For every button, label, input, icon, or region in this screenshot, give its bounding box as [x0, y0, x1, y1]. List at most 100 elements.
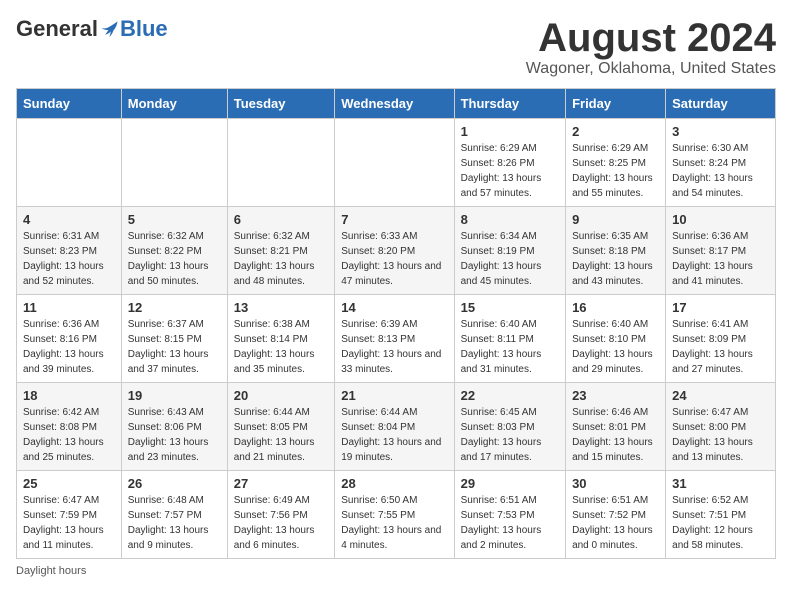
calendar-cell-2-6: 17 Sunrise: 6:41 AMSunset: 8:09 PMDayligh… — [666, 295, 776, 383]
day-info-3: Sunrise: 6:30 AMSunset: 8:24 PMDaylight:… — [672, 141, 769, 201]
location-subtitle: Wagoner, Oklahoma, United States — [526, 60, 776, 78]
calendar-cell-3-2: 20 Sunrise: 6:44 AMSunset: 8:05 PMDayligh… — [227, 383, 335, 471]
calendar-week-2: 4 Sunrise: 6:31 AMSunset: 8:23 PMDaylight… — [17, 207, 776, 295]
day-number-5: 5 — [128, 212, 221, 227]
calendar-cell-2-1: 12Sunrise: 6:37 AMSunset: 8:15 PMDayligh… — [121, 295, 227, 383]
col-tuesday: Tuesday — [227, 89, 335, 119]
day-info-28: Sunrise: 6:50 AMSunset: 7:55 PMDaylight:… — [341, 493, 447, 553]
day-number-21: 21 — [341, 388, 447, 403]
day-number-29: 29 — [461, 476, 559, 491]
day-number-20: 20 — [234, 388, 329, 403]
day-number-7: 7 — [341, 212, 447, 227]
calendar-cell-1-3: 7 Sunrise: 6:33 AMSunset: 8:20 PMDaylight… — [335, 207, 454, 295]
col-sunday: Sunday — [17, 89, 122, 119]
title-area: August 2024 Wagoner, Oklahoma, United St… — [526, 16, 776, 78]
logo: General Blue — [16, 16, 168, 42]
day-number-10: 10 — [672, 212, 769, 227]
day-info-24: Sunrise: 6:47 AMSunset: 8:00 PMDaylight:… — [672, 405, 769, 465]
calendar-cell-2-5: 16 Sunrise: 6:40 AMSunset: 8:10 PMDayligh… — [566, 295, 666, 383]
day-info-30: Sunrise: 6:51 AMSunset: 7:52 PMDaylight:… — [572, 493, 659, 553]
calendar-cell-0-2 — [227, 119, 335, 207]
day-info-7: Sunrise: 6:33 AMSunset: 8:20 PMDaylight:… — [341, 229, 447, 289]
col-wednesday: Wednesday — [335, 89, 454, 119]
day-number-6: 6 — [234, 212, 329, 227]
day-info-23: Sunrise: 6:46 AMSunset: 8:01 PMDaylight:… — [572, 405, 659, 465]
day-info-14: Sunrise: 6:39 AMSunset: 8:13 PMDaylight:… — [341, 317, 447, 377]
calendar-cell-4-1: 26 Sunrise: 6:48 AMSunset: 7:57 PMDayligh… — [121, 471, 227, 559]
calendar-table: Sunday Monday Tuesday Wednesday Thursday… — [16, 88, 776, 559]
day-info-2: Sunrise: 6:29 AMSunset: 8:25 PMDaylight:… — [572, 141, 659, 201]
day-number-30: 30 — [572, 476, 659, 491]
day-number-27: 27 — [234, 476, 329, 491]
calendar-cell-0-3 — [335, 119, 454, 207]
day-number-23: 23 — [572, 388, 659, 403]
footer-note: Daylight hours — [16, 565, 776, 577]
day-info-6: Sunrise: 6:32 AMSunset: 8:21 PMDaylight:… — [234, 229, 329, 289]
logo-bird-icon — [100, 19, 120, 39]
day-info-29: Sunrise: 6:51 AMSunset: 7:53 PMDaylight:… — [461, 493, 559, 553]
day-info-1: Sunrise: 6:29 AMSunset: 8:26 PMDaylight:… — [461, 141, 559, 201]
calendar-week-5: 25Sunrise: 6:47 AMSunset: 7:59 PMDayligh… — [17, 471, 776, 559]
day-number-19: 19 — [128, 388, 221, 403]
calendar-cell-1-2: 6 Sunrise: 6:32 AMSunset: 8:21 PMDaylight… — [227, 207, 335, 295]
day-info-9: Sunrise: 6:35 AMSunset: 8:18 PMDaylight:… — [572, 229, 659, 289]
logo-general-text: General — [16, 16, 98, 42]
calendar-week-3: 11Sunrise: 6:36 AMSunset: 8:16 PMDayligh… — [17, 295, 776, 383]
calendar-cell-0-6: 3 Sunrise: 6:30 AMSunset: 8:24 PMDaylight… — [666, 119, 776, 207]
day-info-13: Sunrise: 6:38 AMSunset: 8:14 PMDaylight:… — [234, 317, 329, 377]
calendar-cell-1-0: 4 Sunrise: 6:31 AMSunset: 8:23 PMDaylight… — [17, 207, 122, 295]
day-info-21: Sunrise: 6:44 AMSunset: 8:04 PMDaylight:… — [341, 405, 447, 465]
calendar-cell-2-2: 13 Sunrise: 6:38 AMSunset: 8:14 PMDayligh… — [227, 295, 335, 383]
day-info-5: Sunrise: 6:32 AMSunset: 8:22 PMDaylight:… — [128, 229, 221, 289]
day-info-19: Sunrise: 6:43 AMSunset: 8:06 PMDaylight:… — [128, 405, 221, 465]
calendar-cell-4-4: 29 Sunrise: 6:51 AMSunset: 7:53 PMDayligh… — [454, 471, 565, 559]
day-info-15: Sunrise: 6:40 AMSunset: 8:11 PMDaylight:… — [461, 317, 559, 377]
day-number-15: 15 — [461, 300, 559, 315]
day-number-1: 1 — [461, 124, 559, 139]
calendar-cell-4-0: 25Sunrise: 6:47 AMSunset: 7:59 PMDayligh… — [17, 471, 122, 559]
calendar-cell-0-4: 1 Sunrise: 6:29 AMSunset: 8:26 PMDaylight… — [454, 119, 565, 207]
calendar-cell-4-3: 28 Sunrise: 6:50 AMSunset: 7:55 PMDayligh… — [335, 471, 454, 559]
day-number-22: 22 — [461, 388, 559, 403]
calendar-cell-3-1: 19 Sunrise: 6:43 AMSunset: 8:06 PMDayligh… — [121, 383, 227, 471]
day-info-16: Sunrise: 6:40 AMSunset: 8:10 PMDaylight:… — [572, 317, 659, 377]
calendar-week-1: 1 Sunrise: 6:29 AMSunset: 8:26 PMDaylight… — [17, 119, 776, 207]
day-number-13: 13 — [234, 300, 329, 315]
calendar-cell-4-5: 30 Sunrise: 6:51 AMSunset: 7:52 PMDayligh… — [566, 471, 666, 559]
day-number-18: 18 — [23, 388, 115, 403]
day-number-9: 9 — [572, 212, 659, 227]
day-info-20: Sunrise: 6:44 AMSunset: 8:05 PMDaylight:… — [234, 405, 329, 465]
calendar-week-4: 18Sunrise: 6:42 AMSunset: 8:08 PMDayligh… — [17, 383, 776, 471]
day-number-11: 11 — [23, 300, 115, 315]
day-info-10: Sunrise: 6:36 AMSunset: 8:17 PMDaylight:… — [672, 229, 769, 289]
day-number-14: 14 — [341, 300, 447, 315]
day-info-27: Sunrise: 6:49 AMSunset: 7:56 PMDaylight:… — [234, 493, 329, 553]
month-year-title: August 2024 — [526, 16, 776, 60]
calendar-cell-3-5: 23 Sunrise: 6:46 AMSunset: 8:01 PMDayligh… — [566, 383, 666, 471]
calendar-cell-3-0: 18Sunrise: 6:42 AMSunset: 8:08 PMDayligh… — [17, 383, 122, 471]
calendar-cell-0-0 — [17, 119, 122, 207]
col-thursday: Thursday — [454, 89, 565, 119]
day-info-4: Sunrise: 6:31 AMSunset: 8:23 PMDaylight:… — [23, 229, 115, 289]
day-number-24: 24 — [672, 388, 769, 403]
calendar-cell-4-2: 27 Sunrise: 6:49 AMSunset: 7:56 PMDayligh… — [227, 471, 335, 559]
day-number-28: 28 — [341, 476, 447, 491]
calendar-cell-3-3: 21 Sunrise: 6:44 AMSunset: 8:04 PMDayligh… — [335, 383, 454, 471]
calendar-header-row: Sunday Monday Tuesday Wednesday Thursday… — [17, 89, 776, 119]
day-number-26: 26 — [128, 476, 221, 491]
day-number-25: 25 — [23, 476, 115, 491]
day-number-3: 3 — [672, 124, 769, 139]
day-number-2: 2 — [572, 124, 659, 139]
col-friday: Friday — [566, 89, 666, 119]
calendar-cell-4-6: 31Sunrise: 6:52 AMSunset: 7:51 PMDayligh… — [666, 471, 776, 559]
calendar-cell-0-5: 2 Sunrise: 6:29 AMSunset: 8:25 PMDaylight… — [566, 119, 666, 207]
calendar-cell-2-0: 11Sunrise: 6:36 AMSunset: 8:16 PMDayligh… — [17, 295, 122, 383]
calendar-cell-2-3: 14 Sunrise: 6:39 AMSunset: 8:13 PMDayligh… — [335, 295, 454, 383]
day-info-17: Sunrise: 6:41 AMSunset: 8:09 PMDaylight:… — [672, 317, 769, 377]
day-number-8: 8 — [461, 212, 559, 227]
day-info-26: Sunrise: 6:48 AMSunset: 7:57 PMDaylight:… — [128, 493, 221, 553]
day-number-16: 16 — [572, 300, 659, 315]
day-info-12: Sunrise: 6:37 AMSunset: 8:15 PMDaylight:… — [128, 317, 221, 377]
day-number-4: 4 — [23, 212, 115, 227]
day-number-17: 17 — [672, 300, 769, 315]
